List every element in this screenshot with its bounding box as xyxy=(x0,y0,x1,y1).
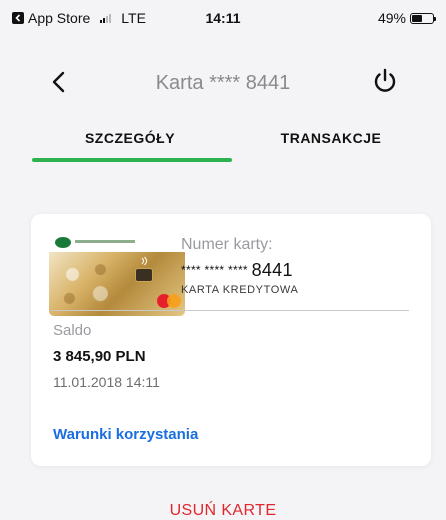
balance-label: Saldo xyxy=(53,322,92,339)
contactless-icon xyxy=(141,256,147,266)
nav-bar: Karta **** 8441 xyxy=(0,60,446,104)
card-number-label: Numer karty: xyxy=(181,236,273,253)
battery-status: 49% xyxy=(377,10,436,26)
credit-card-image xyxy=(49,234,185,316)
balance-date: 11.01.2018 14:11 xyxy=(53,374,160,390)
bank-logo-text xyxy=(75,240,135,243)
bank-logo-icon xyxy=(55,237,71,248)
battery-icon xyxy=(410,12,436,24)
active-tab-indicator xyxy=(32,158,232,162)
mastercard-logo-icon xyxy=(157,292,183,310)
status-bar: App Store LTE 14:11 49% xyxy=(0,0,446,34)
power-icon xyxy=(374,68,396,92)
terms-link[interactable]: Warunki korzystania xyxy=(53,426,198,443)
tab-transactions[interactable]: TRANSAKCJE xyxy=(236,130,426,146)
card-pattern xyxy=(57,260,119,308)
card-number: **** **** **** 8441 xyxy=(181,258,293,280)
card-type: KARTA KREDYTOWA xyxy=(181,284,299,296)
logout-button[interactable] xyxy=(370,66,400,96)
battery-percent: 49% xyxy=(377,10,406,26)
card-chip-icon xyxy=(135,268,153,282)
battery-level-fill xyxy=(412,14,422,22)
tab-bar: SZCZEGÓŁY TRANSAKCJE xyxy=(0,122,446,162)
divider xyxy=(51,310,409,311)
balance-value: 3 845,90 PLN xyxy=(53,348,146,365)
tab-details[interactable]: SZCZEGÓŁY xyxy=(30,130,230,146)
remove-card-button[interactable]: USUŃ KARTE xyxy=(0,502,446,520)
card-number-masked: **** **** **** xyxy=(181,263,248,277)
card-details-panel: Numer karty: **** **** **** 8441 KARTA K… xyxy=(31,214,431,466)
card-number-last-digits: 8441 xyxy=(251,260,293,280)
